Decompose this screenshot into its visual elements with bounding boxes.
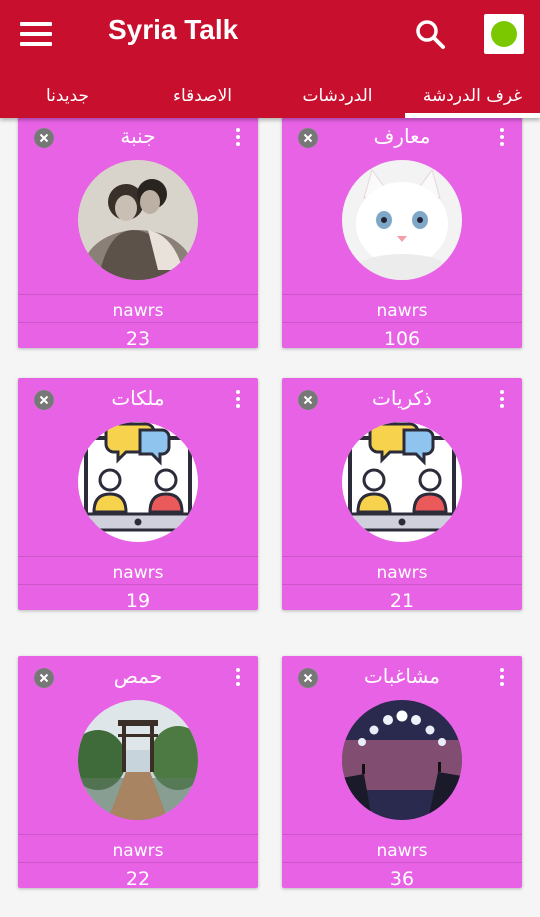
room-owner: nawrs	[376, 301, 428, 321]
rooms-grid: جنبة nawrs 23 معارف nawrs 106 ملكات nawr…	[0, 118, 540, 917]
status-indicator-button[interactable]	[484, 14, 524, 54]
more-options-icon[interactable]	[498, 668, 506, 690]
room-image-moon-phases	[342, 700, 462, 820]
room-image-bridge	[78, 700, 198, 820]
room-owner: nawrs	[112, 301, 164, 321]
room-card[interactable]: ذكريات nawrs 21	[282, 378, 522, 612]
divider	[18, 834, 258, 835]
room-card[interactable]: جنبة nawrs 23	[18, 118, 258, 350]
room-image-cat	[342, 160, 462, 280]
chat-users-icon	[78, 422, 198, 542]
divider	[18, 862, 258, 863]
close-icon[interactable]	[298, 390, 318, 410]
room-member-count: 23	[125, 328, 151, 350]
room-owner: nawrs	[112, 841, 164, 861]
divider	[282, 834, 522, 835]
tab-chats[interactable]: الدردشات	[270, 86, 405, 106]
room-image-couple	[78, 160, 198, 280]
room-name: مشاغبات	[363, 664, 441, 688]
more-options-icon[interactable]	[498, 128, 506, 150]
room-member-count: 106	[383, 328, 421, 350]
room-card[interactable]: مشاغبات nawrs 36	[282, 656, 522, 890]
search-icon[interactable]	[414, 18, 448, 52]
app-bar: Syria Talk غرف الدردشة الدردشات الاصدقاء…	[0, 0, 540, 118]
room-card[interactable]: ملكات nawrs 19	[18, 378, 258, 612]
online-status-icon	[491, 21, 517, 47]
room-name: معارف	[373, 124, 431, 148]
close-icon[interactable]	[34, 128, 54, 148]
chat-users-icon	[342, 422, 462, 542]
more-options-icon[interactable]	[234, 128, 242, 150]
divider	[282, 556, 522, 557]
room-name: ملكات	[111, 386, 165, 410]
divider	[282, 322, 522, 323]
tab-news[interactable]: جديدنا	[0, 86, 135, 106]
room-name: جنبة	[120, 124, 156, 148]
room-member-count: 21	[389, 590, 415, 612]
room-name: حمص	[113, 664, 163, 688]
divider	[18, 584, 258, 585]
divider	[282, 294, 522, 295]
room-owner: nawrs	[376, 841, 428, 861]
close-icon[interactable]	[34, 668, 54, 688]
close-icon[interactable]	[34, 390, 54, 410]
more-options-icon[interactable]	[498, 390, 506, 412]
room-member-count: 19	[125, 590, 151, 612]
room-owner: nawrs	[112, 563, 164, 583]
more-options-icon[interactable]	[234, 390, 242, 412]
close-icon[interactable]	[298, 128, 318, 148]
room-name: ذكريات	[372, 386, 432, 410]
divider	[282, 862, 522, 863]
active-tab-indicator	[405, 113, 540, 118]
divider	[18, 556, 258, 557]
menu-icon[interactable]	[20, 22, 52, 50]
room-card[interactable]: معارف nawrs 106	[282, 118, 522, 350]
divider	[18, 322, 258, 323]
room-owner: nawrs	[376, 563, 428, 583]
app-title: Syria Talk	[108, 14, 239, 45]
divider	[282, 584, 522, 585]
divider	[18, 294, 258, 295]
tab-friends[interactable]: الاصدقاء	[135, 86, 270, 106]
room-card[interactable]: حمص nawrs 22	[18, 656, 258, 890]
more-options-icon[interactable]	[234, 668, 242, 690]
tab-chat-rooms[interactable]: غرف الدردشة	[405, 86, 540, 106]
room-member-count: 22	[125, 868, 151, 890]
close-icon[interactable]	[298, 668, 318, 688]
room-member-count: 36	[389, 868, 415, 890]
